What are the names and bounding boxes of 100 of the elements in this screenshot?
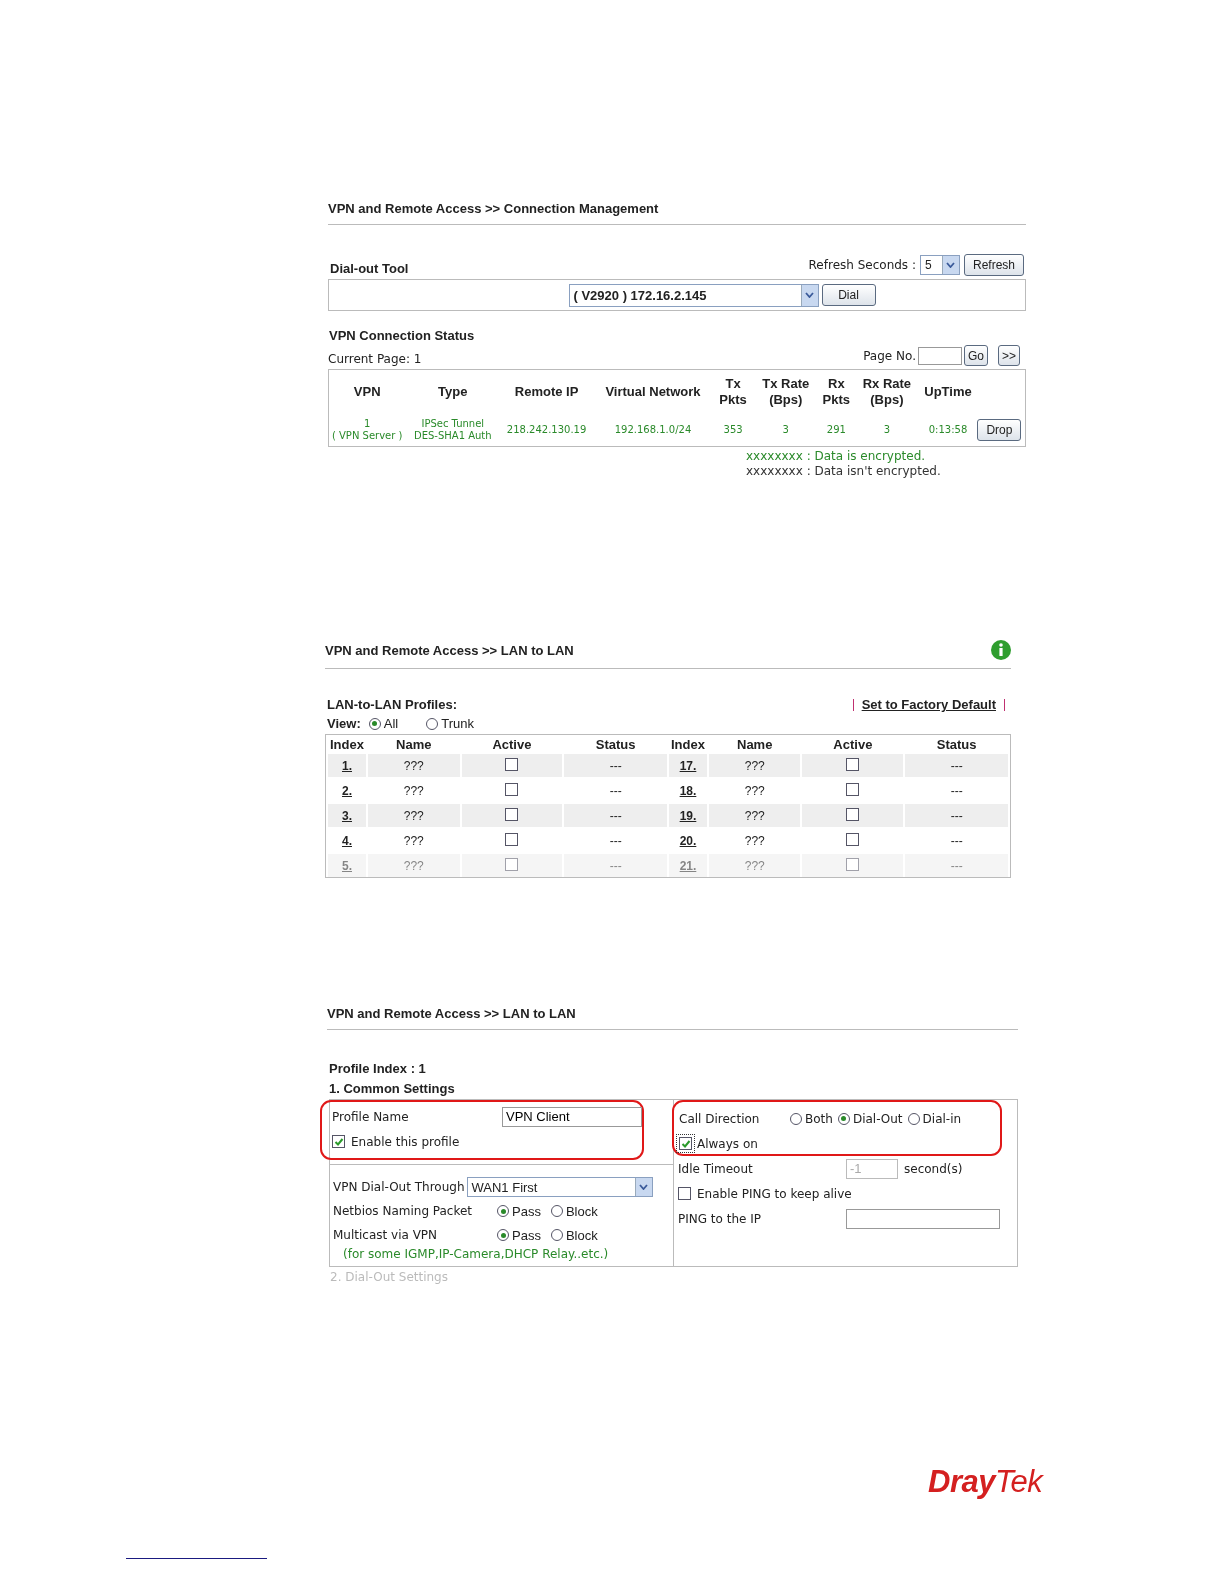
section-label: 2. Dial-Out Settings [329,1270,449,1284]
radio-button[interactable] [497,1229,509,1241]
profile-link[interactable]: 1. [342,758,352,773]
table-cell: ??? [744,783,765,798]
checkbox[interactable] [846,832,860,846]
column-header: Tx Pkts [718,375,748,409]
field-label: Netbios Naming Packet [333,1204,474,1218]
field-label: Call Direction [679,1111,761,1126]
radio-button[interactable] [368,717,381,730]
table-cell: --- [609,783,622,798]
radio-button[interactable] [907,1112,920,1125]
profile-name-field[interactable]: VPN Client [502,1106,642,1127]
table-cell: --- [609,833,622,848]
checkbox[interactable] [678,1187,691,1200]
table-cell-text: DES-SHA1 Auth [412,430,493,442]
next-button[interactable]: >> [998,345,1020,366]
caret-icon [639,1184,648,1190]
table-cell-text: ( VPN Server ) [330,430,404,442]
column-header: Type [437,383,469,401]
checkbox[interactable] [505,857,519,871]
option-label: Dial-in [922,1111,962,1126]
column-header: Active [832,737,874,752]
section-label: Dial-out Tool [330,261,409,276]
checkbox[interactable] [505,807,519,821]
option-label: Both [805,1111,833,1126]
checkbox[interactable] [505,757,519,771]
page-title: VPN and Remote Access >> Connection Management [328,201,660,216]
radio-button[interactable] [790,1112,802,1125]
table-cell: ??? [403,783,424,798]
drop-button[interactable]: Drop [977,419,1022,441]
section-label: LAN-to-LAN Profiles: [327,697,457,712]
table-cell: ??? [403,833,424,848]
option-label: All [383,716,399,731]
checkbox[interactable] [505,782,519,796]
dial-out-select[interactable]: WAN1 First [466,1177,653,1197]
column-header: Rx Pkts [821,375,852,409]
radio-button[interactable] [550,1229,563,1241]
field-label: PING to the IP [678,1211,762,1226]
radio-button[interactable] [497,1205,509,1217]
dial-button[interactable]: Dial [821,284,876,306]
profile-select[interactable]: ( V2920 ) 172.16.2.145 [568,283,819,307]
checkbox[interactable] [846,807,860,821]
checkbox-label: Always on [697,1136,758,1151]
profile-link[interactable]: 4. [342,833,352,848]
column-header: Active [491,737,533,752]
option-label: Block [565,1227,598,1243]
profile-link[interactable]: 2. [342,783,352,798]
page-title: VPN and Remote Access >> LAN to LAN [325,642,574,658]
page-label: Page No. [863,348,916,363]
table-cell: --- [950,833,963,848]
table-cell: ??? [744,833,765,848]
table-cell: --- [609,808,622,823]
column-header: Name [395,737,433,752]
option-label: Trunk [441,716,474,731]
column-header: Index [669,737,706,752]
page-title: VPN and Remote Access >> LAN to LAN [327,1006,577,1021]
table-cell: --- [950,808,963,823]
factory-default-link[interactable]: Set to Factory Default [861,697,996,712]
checkbox[interactable] [846,857,860,871]
table-cell: 291 [826,424,846,435]
radio-button[interactable] [837,1112,850,1125]
option-label: Dial-Out [852,1111,903,1126]
page-field[interactable] [917,346,962,365]
table-cell: ??? [403,808,424,823]
profile-index: Profile Index : 1 [328,1061,427,1076]
refresh-select[interactable]: 5 [919,255,960,275]
table-cell: 3 [883,424,891,435]
column-header: Virtual Network [604,383,702,401]
column-header: Index [329,737,365,752]
checkbox[interactable] [846,782,860,796]
info-icon[interactable] [991,640,1011,660]
table-cell: --- [950,758,963,773]
table-cell: --- [609,858,622,873]
profile-link[interactable]: 20. [679,833,697,848]
refresh-button[interactable]: Refresh [963,254,1024,276]
table-cell: ??? [403,858,424,873]
column-header: UpTime [923,383,973,401]
checkbox[interactable] [679,1137,692,1150]
caret-icon [946,262,956,268]
ping-ip-field[interactable] [846,1208,1000,1229]
go-button[interactable]: Go [963,345,988,366]
legend-text: xxxxxxxx : Data is encrypted. [746,449,927,464]
section-label: 1. Common Settings [328,1081,456,1096]
checkbox[interactable] [846,757,860,771]
checkbox-label: Enable PING to keep alive [697,1186,852,1201]
table-cell: --- [950,858,963,873]
field-label: Multicast via VPN [333,1228,439,1242]
column-header: Status [935,737,978,752]
radio-button[interactable] [426,717,439,730]
radio-button[interactable] [550,1205,563,1217]
logo: DrayTek [928,1464,1043,1500]
table-cell: 3 [782,424,789,435]
checkbox[interactable] [505,832,519,846]
profile-link[interactable]: 3. [342,808,352,823]
checkbox[interactable] [332,1135,345,1148]
checkbox-label: Enable this profile [351,1134,460,1149]
profile-link[interactable]: 18. [679,783,697,798]
caret-icon [805,292,814,298]
column-header: Tx Rate (Bps) [761,375,811,409]
field-label: Profile Name [332,1109,410,1124]
